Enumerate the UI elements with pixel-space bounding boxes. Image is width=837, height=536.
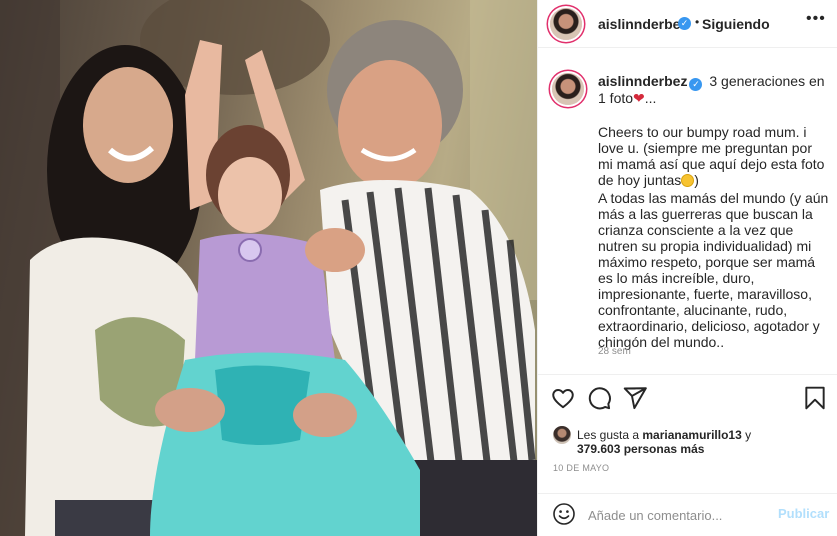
post-side-panel: aislinnderbez ✓ • Siguiendo ••• aislinnd… [537, 0, 837, 536]
header-username[interactable]: aislinnderbez [598, 16, 687, 32]
smile-emoji-icon [681, 174, 695, 187]
caption-time-ago[interactable]: 28 sem [598, 346, 631, 357]
post-header: aislinnderbez ✓ • Siguiendo ••• [538, 0, 837, 48]
heart-icon[interactable] [550, 385, 576, 411]
caption-ellipsis: ... [644, 90, 657, 106]
profile-avatar[interactable] [550, 8, 582, 40]
emoji-picker-icon[interactable] [552, 502, 576, 526]
separator-dot: • [695, 15, 700, 29]
bookmark-icon[interactable] [802, 385, 828, 411]
caption-paragraph-1: Cheers to our bumpy road mum. i love u. … [598, 124, 830, 188]
share-icon[interactable] [622, 385, 648, 411]
actions-section: Les gusta a marianamurillo13 y 379.603 p… [538, 374, 837, 494]
more-options-icon[interactable]: ••• [806, 10, 826, 28]
likes-conj: y [741, 428, 752, 442]
caption-head: aislinnderbez ✓ 3 generaciones en 1 foto❤… [598, 73, 828, 107]
liker-username[interactable]: marianamurillo13 [642, 428, 741, 442]
caption-paragraph-1-text: Cheers to our bumpy road mum. i love u. … [598, 124, 825, 188]
caption-avatar[interactable] [552, 73, 584, 105]
caption-paragraph-1-end: ) [694, 172, 699, 188]
likes-count[interactable]: 379.603 personas más [577, 441, 704, 457]
publish-button[interactable]: Publicar [778, 506, 829, 521]
caption-username[interactable]: aislinnderbez [598, 73, 687, 89]
caption-verified-badge-icon: ✓ [689, 78, 703, 91]
likes-prefix: Les gusta a [577, 428, 643, 442]
caption-paragraph-2: A todas las mamás del mundo (y aún más a… [598, 190, 829, 350]
comment-icon[interactable] [586, 385, 612, 411]
post-date: 10 DE MAYO [553, 463, 610, 473]
following-button[interactable]: Siguiendo [702, 16, 770, 32]
post-photo[interactable] [0, 0, 537, 536]
liker-avatar[interactable] [553, 426, 571, 444]
caption-section: aislinnderbez ✓ 3 generaciones en 1 foto❤… [538, 48, 837, 374]
comment-input[interactable] [588, 505, 768, 525]
verified-badge-icon: ✓ [678, 17, 691, 30]
broken-heart-icon: ❤ [633, 90, 645, 106]
photo-illustration [0, 0, 537, 536]
comment-bar: Publicar [538, 493, 837, 536]
